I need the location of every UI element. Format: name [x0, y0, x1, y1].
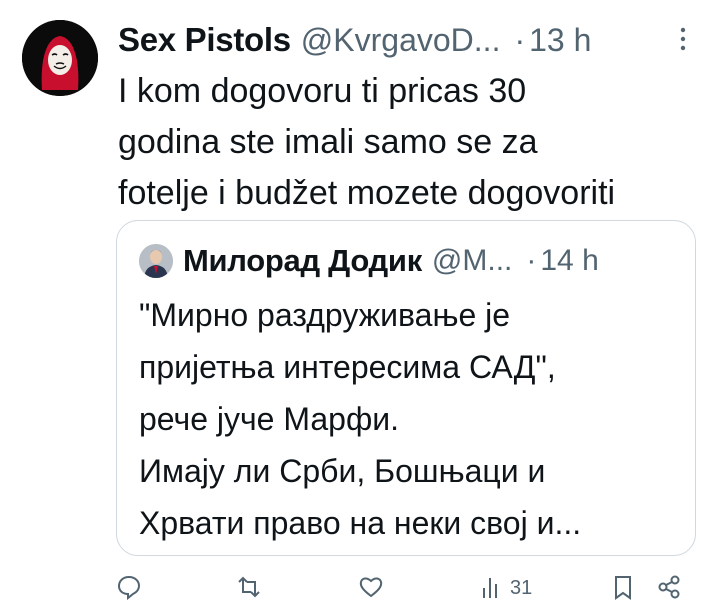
separator-dot: · — [514, 21, 526, 58]
quoted-text-line: пријетња интересима САД", — [139, 349, 556, 385]
more-vertical-icon[interactable] — [679, 26, 687, 52]
quoted-tweet-text: "Мирно раздруживање је пријетња интереси… — [139, 289, 679, 549]
separator-dot: · — [526, 244, 537, 277]
tweet-text: I kom dogovoru ti pricas 30 godina ste i… — [118, 66, 698, 219]
quoted-tweet-card[interactable]: Милорад Додик @M... · 14 h "Мирно раздру… — [116, 220, 696, 556]
quoted-tweet-header: Милорад Додик @M... · 14 h — [139, 241, 675, 281]
share-icon — [658, 575, 680, 599]
tweet-header: Sex Pistols @KvrgavoD... · 13 h — [118, 16, 693, 64]
quoted-text-line: Имају ли Срби, Бошњаци и — [139, 453, 546, 489]
share-button[interactable] — [656, 574, 682, 599]
quoted-author-avatar — [139, 244, 173, 278]
reply-button[interactable] — [116, 574, 142, 600]
tweet-text-line: I kom dogovoru ti pricas 30 — [118, 72, 527, 110]
author-name[interactable]: Sex Pistols — [118, 21, 291, 59]
like-icon — [359, 577, 383, 598]
quoted-text-line: "Мирно раздруживање је — [139, 297, 511, 333]
tweet-timestamp[interactable]: 13 h — [529, 22, 591, 59]
tweet-text-line: fotelje i budžet mozete dogovoriti — [118, 174, 616, 212]
author-avatar[interactable] — [22, 20, 98, 96]
retweet-button[interactable] — [236, 574, 262, 598]
views-icon — [483, 578, 497, 598]
views-count: 31 — [510, 577, 533, 599]
bookmark-button[interactable] — [610, 574, 636, 600]
tweet-actions-bar: 31 — [116, 574, 696, 600]
reply-icon — [117, 575, 141, 600]
author-handle[interactable]: @KvrgavoD... — [301, 22, 501, 59]
quoted-author-name: Милорад Додик — [183, 243, 422, 278]
quoted-author-handle: @M... — [431, 244, 513, 277]
quoted-text-line: Хрвати право на неки свој и... — [139, 505, 582, 541]
quoted-tweet-timestamp: 14 h — [540, 244, 599, 277]
views-button[interactable]: 31 — [480, 574, 533, 599]
retweet-icon — [238, 576, 260, 598]
like-button[interactable] — [358, 574, 384, 598]
bookmark-icon — [615, 576, 631, 600]
quoted-text-line: рече јуче Марфи. — [139, 401, 400, 437]
tweet-text-line: godina ste imali samo se za — [118, 123, 538, 161]
